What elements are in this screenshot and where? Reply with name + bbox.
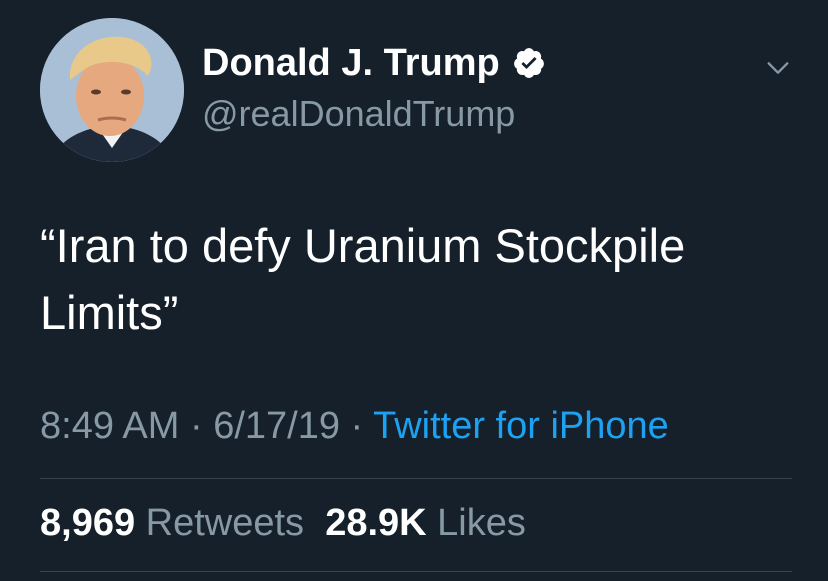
likes-count: 28.9K <box>325 502 427 544</box>
avatar[interactable] <box>40 18 184 162</box>
author-display-name[interactable]: Donald J. Trump <box>202 38 500 88</box>
tweet-text: “Iran to defy Uranium Stockpile Limits” <box>40 219 686 339</box>
divider <box>40 571 792 572</box>
retweets-label: Retweets <box>145 502 305 544</box>
likes-stat[interactable]: 28.9K Likes <box>325 502 526 544</box>
profile-photo-icon <box>40 18 184 162</box>
tweet-card: Donald J. Trump @realDonaldTrump “Iran t… <box>0 0 828 581</box>
tweet-meta: 8:49 AM · 6/17/19 · Twitter for iPhone <box>40 400 669 452</box>
meta-separator: · <box>340 405 374 447</box>
tweet-time[interactable]: 8:49 AM <box>40 405 179 447</box>
tweet-source-link[interactable]: Twitter for iPhone <box>373 405 669 447</box>
retweets-count: 8,969 <box>40 502 136 544</box>
divider <box>40 478 792 479</box>
meta-separator: · <box>179 405 214 447</box>
likes-label: Likes <box>437 502 526 544</box>
verified-badge-icon <box>512 46 546 80</box>
retweets-stat[interactable]: 8,969 Retweets <box>40 502 304 544</box>
author-handle[interactable]: @realDonaldTrump <box>202 90 515 138</box>
author-name-row: Donald J. Trump <box>202 38 546 88</box>
tweet-stats: 8,969 Retweets 28.9K Likes <box>40 496 526 550</box>
tweet-date[interactable]: 6/17/19 <box>213 405 340 447</box>
chevron-down-icon[interactable] <box>764 54 792 82</box>
